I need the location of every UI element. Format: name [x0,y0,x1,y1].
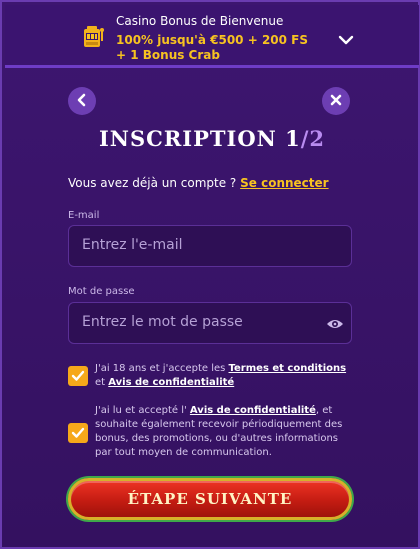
page-title: INSCRIPTION 1/2 [2,126,420,151]
email-label: E-mail [68,210,100,221]
terms-prefix: J'ai 18 ans et j'accepte les [95,363,226,374]
step-indicator: /2 [300,126,326,151]
marketing-checkbox[interactable] [68,423,88,443]
checkmark-icon [71,424,85,443]
login-link[interactable]: Se connecter [240,176,328,190]
back-button[interactable] [68,87,96,115]
terms-checkbox[interactable] [68,366,88,386]
signup-modal: Casino Bonus de Bienvenue 100% jusqu'à €… [0,0,420,549]
privacy-link[interactable]: Avis de confidentialité [108,377,234,388]
close-icon [329,92,343,111]
banner-title: Casino Bonus de Bienvenue [116,14,284,28]
email-placeholder: Entrez l'e-mail [82,237,183,253]
chevron-left-icon [75,92,89,111]
password-placeholder: Entrez le mot de passe [82,314,243,330]
marketing-privacy-link[interactable]: Avis de confidentialité [190,405,316,416]
terms-link[interactable]: Termes et conditions [229,363,347,374]
password-label: Mot de passe [68,286,135,297]
login-prompt-text: Vous avez déjà un compte ? [68,176,237,190]
password-field[interactable]: Entrez le mot de passe [68,302,352,344]
terms-and: et [95,377,106,388]
login-prompt: Vous avez déjà un compte ? Se connecter [68,176,329,190]
banner-subtitle: 100% jusqu'à €500 + 200 FS + 1 Bonus Cra… [116,33,309,62]
eye-icon[interactable] [326,316,344,330]
marketing-prefix: J'ai lu et accepté l' [95,405,187,416]
welcome-bonus-banner[interactable]: Casino Bonus de Bienvenue 100% jusqu'à €… [5,5,419,68]
email-field[interactable]: Entrez l'e-mail [68,225,352,267]
checkmark-icon [71,367,85,386]
next-step-label: ÉTAPE SUIVANTE [127,490,293,508]
close-button[interactable] [322,87,350,115]
terms-consent-text: J'ai 18 ans et j'accepte les Termes et c… [95,362,350,390]
slot-machine-icon [83,25,105,51]
chevron-down-icon[interactable] [338,31,354,45]
page-title-text: INSCRIPTION 1 [98,126,301,151]
next-step-button[interactable]: ÉTAPE SUIVANTE [68,478,352,520]
marketing-consent-text: J'ai lu et accepté l' Avis de confidenti… [95,404,350,460]
